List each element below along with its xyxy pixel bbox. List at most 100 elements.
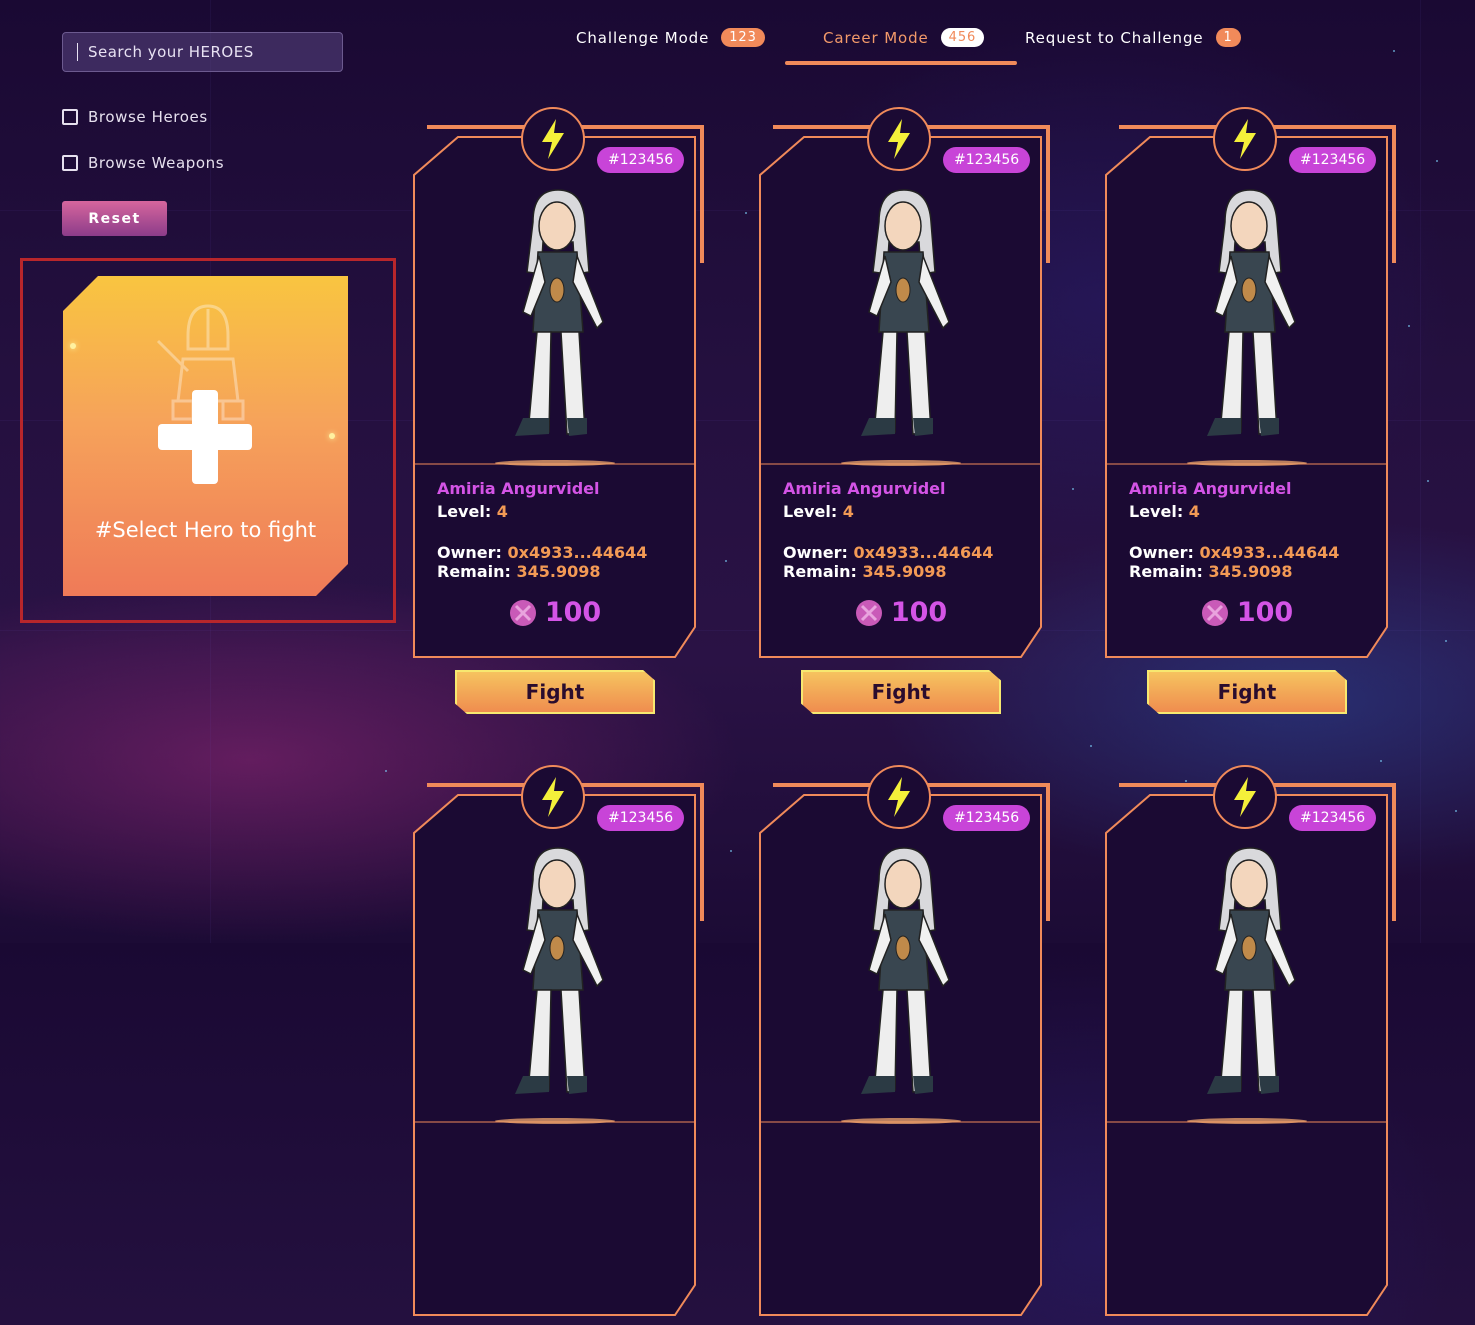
token-coin-icon [509, 599, 536, 626]
hero-name: Amiria Angurvidel [437, 479, 600, 498]
lightning-badge [1213, 107, 1277, 171]
remain-label: Remain: [783, 562, 857, 581]
token-coin-icon [1201, 599, 1228, 626]
tab-label: Career Mode [823, 28, 929, 47]
lightning-icon [1234, 119, 1256, 159]
hero-name: Amiria Angurvidel [1129, 479, 1292, 498]
hero-portrait [1207, 847, 1296, 1094]
sparkle-icon [70, 343, 76, 349]
hero-id-badge: #123456 [943, 147, 1031, 173]
hero-info: Amiria Angurvidel Level: 4 Owner: 0x4933… [783, 479, 1033, 581]
hero-level-row: Level: 4 [783, 502, 1033, 521]
hero-card[interactable]: #123456 Amiria Angurvidel Level: 4 Owner… [413, 107, 704, 714]
browse-heroes-filter[interactable]: Browse Heroes [62, 108, 208, 126]
selected-hero-slot: #Select Hero to fight [20, 258, 396, 623]
owner-label: Owner: [783, 543, 848, 562]
hero-portrait [1207, 189, 1296, 436]
hero-id-badge: #123456 [1289, 805, 1377, 831]
owner-address[interactable]: 0x4933...44644 [508, 543, 648, 562]
text-caret [77, 43, 78, 61]
browse-heroes-label: Browse Heroes [88, 108, 208, 126]
hero-level-row: Level: 4 [437, 502, 687, 521]
count-badge: 456 [940, 28, 985, 47]
plus-icon[interactable] [158, 390, 252, 484]
price-value: 100 [544, 597, 602, 628]
hero-price: 100 [759, 597, 1043, 628]
hero-info: Amiria Angurvidel Level: 4 Owner: 0x4933… [437, 479, 687, 581]
hero-remain-row: Remain: 345.9098 [1129, 562, 1379, 581]
hero-price: 100 [1105, 597, 1389, 628]
hero-info: Amiria Angurvidel Level: 4 Owner: 0x4933… [1129, 479, 1379, 581]
fight-button[interactable]: Fight [801, 670, 1001, 714]
level-value: 4 [1188, 502, 1200, 521]
fight-button[interactable]: Fight [1147, 670, 1347, 714]
select-hero-card[interactable]: #Select Hero to fight [63, 276, 348, 596]
lightning-badge [1213, 765, 1277, 829]
token-coin-icon [855, 599, 882, 626]
hero-remain-row: Remain: 345.9098 [783, 562, 1033, 581]
hero-portrait [515, 189, 604, 436]
hero-id-badge: #123456 [1289, 147, 1377, 173]
level-label: Level: [783, 502, 838, 521]
level-label: Level: [437, 502, 492, 521]
hero-id-badge: #123456 [597, 147, 685, 173]
hero-card[interactable]: #123456 [413, 765, 704, 1316]
hero-id-badge: #123456 [597, 805, 685, 831]
hero-card[interactable]: #123456 [759, 765, 1050, 1316]
owner-label: Owner: [1129, 543, 1194, 562]
hero-remain-row: Remain: 345.9098 [437, 562, 687, 581]
hero-card[interactable]: #123456 Amiria Angurvidel Level: 4 Owner… [759, 107, 1050, 714]
owner-address[interactable]: 0x4933...44644 [1200, 543, 1340, 562]
browse-heroes-checkbox[interactable] [62, 109, 78, 125]
hero-owner-row: Owner: 0x4933...44644 [1129, 543, 1379, 562]
search-box[interactable] [62, 32, 343, 72]
remain-value: 345.9098 [862, 562, 947, 581]
lightning-badge [521, 107, 585, 171]
owner-address[interactable]: 0x4933...44644 [854, 543, 994, 562]
hero-level-row: Level: 4 [1129, 502, 1379, 521]
price-value: 100 [1236, 597, 1294, 628]
hero-owner-row: Owner: 0x4933...44644 [437, 543, 687, 562]
tab-label: Challenge Mode [576, 28, 710, 47]
hero-portrait [515, 847, 604, 1094]
tab-career-mode[interactable]: Career Mode 456 [823, 28, 985, 47]
hero-price: 100 [413, 597, 697, 628]
browse-weapons-label: Browse Weapons [88, 154, 225, 172]
hero-owner-row: Owner: 0x4933...44644 [783, 543, 1033, 562]
level-value: 4 [842, 502, 854, 521]
lightning-icon [888, 119, 910, 159]
lightning-icon [542, 777, 564, 817]
hero-card[interactable]: #123456 [1105, 765, 1396, 1316]
sparkle-icon [329, 433, 335, 439]
lightning-icon [888, 777, 910, 817]
count-badge: 123 [721, 28, 765, 47]
active-tab-indicator [785, 61, 1017, 65]
lightning-icon [542, 119, 564, 159]
tab-label: Request to Challenge [1025, 28, 1204, 47]
price-value: 100 [890, 597, 948, 628]
lightning-badge [867, 107, 931, 171]
remain-value: 345.9098 [1208, 562, 1293, 581]
lightning-icon [1234, 777, 1256, 817]
hero-name: Amiria Angurvidel [783, 479, 946, 498]
hero-portrait [861, 189, 950, 436]
remain-label: Remain: [1129, 562, 1203, 581]
hero-card[interactable]: #123456 Amiria Angurvidel Level: 4 Owner… [1105, 107, 1396, 714]
lightning-badge [867, 765, 931, 829]
hero-id-badge: #123456 [943, 805, 1031, 831]
lightning-badge [521, 765, 585, 829]
browse-weapons-filter[interactable]: Browse Weapons [62, 154, 224, 172]
remain-label: Remain: [437, 562, 511, 581]
tab-request-to-challenge[interactable]: Request to Challenge 1 [1025, 28, 1241, 47]
tab-challenge-mode[interactable]: Challenge Mode 123 [576, 28, 765, 47]
fight-button[interactable]: Fight [455, 670, 655, 714]
select-hero-label: #Select Hero to fight [94, 518, 317, 542]
reset-button[interactable]: Reset [62, 201, 167, 236]
search-input[interactable] [85, 42, 342, 62]
level-value: 4 [496, 502, 508, 521]
owner-label: Owner: [437, 543, 502, 562]
remain-value: 345.9098 [516, 562, 601, 581]
level-label: Level: [1129, 502, 1184, 521]
hero-portrait [861, 847, 950, 1094]
browse-weapons-checkbox[interactable] [62, 155, 78, 171]
